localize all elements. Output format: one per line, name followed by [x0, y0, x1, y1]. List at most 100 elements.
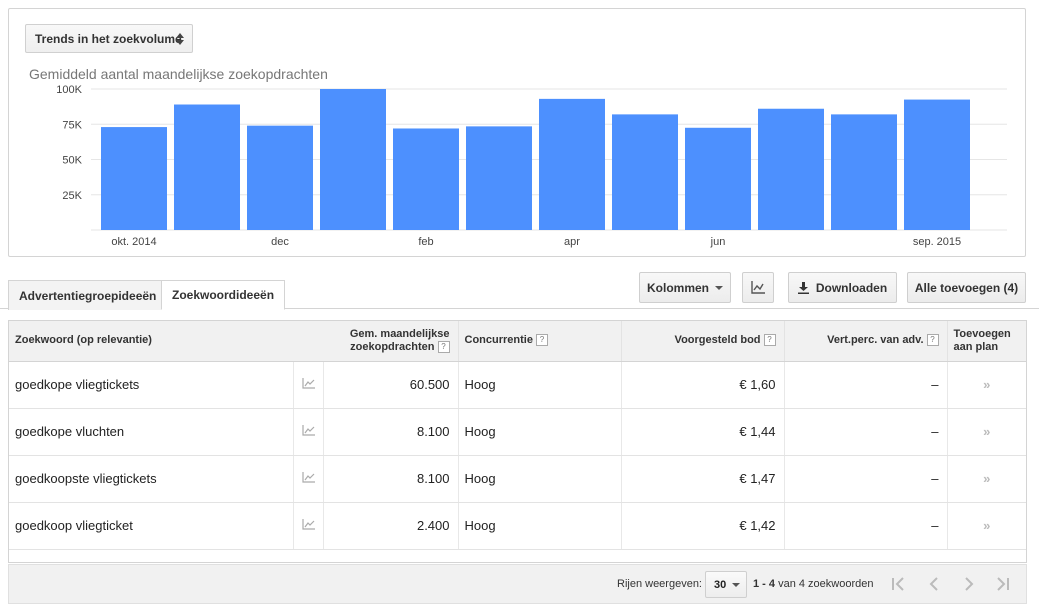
- bid-cell: € 1,47: [621, 455, 785, 503]
- metric-select[interactable]: Trends in het zoekvolume: [25, 24, 193, 53]
- chevron-down-icon: [715, 285, 723, 290]
- x-tick-label: apr: [564, 236, 580, 248]
- impression-share-cell: –: [784, 408, 948, 456]
- tab-label: Zoekwoordideeën: [172, 288, 275, 302]
- keyword-cell: goedkoopste vliegtickets: [9, 455, 294, 503]
- prev-page-button[interactable]: [925, 575, 943, 593]
- keyword-table: Zoekwoord (op relevantie) Gem. maandelij…: [8, 320, 1027, 563]
- bar: [393, 128, 459, 230]
- help-icon[interactable]: ?: [535, 334, 548, 347]
- first-page-icon: [892, 577, 904, 591]
- columns-button[interactable]: Kolommen: [639, 272, 731, 303]
- x-tick-label: okt. 2014: [111, 236, 156, 248]
- bid-cell: € 1,44: [621, 408, 785, 456]
- col-header-add-to-plan: Toevoegen aan plan: [947, 321, 1027, 362]
- chart-title: Gemiddeld aantal maandelijkse zoekopdrac…: [29, 66, 328, 82]
- chevron-down-icon: [732, 583, 740, 587]
- volume-cell: 8.100: [323, 408, 459, 456]
- updown-icon: [176, 33, 184, 45]
- competition-cell: Hoog: [458, 408, 622, 456]
- col-header-impression-share[interactable]: Vert.perc. van adv.?: [784, 321, 948, 362]
- next-page-button[interactable]: [960, 575, 978, 593]
- col-header-bid[interactable]: Voorgesteld bod?: [621, 321, 785, 362]
- help-icon[interactable]: ?: [926, 334, 939, 347]
- rows-per-page-value: 30: [714, 578, 727, 591]
- bar: [612, 114, 678, 230]
- bar-chart: 25K 50K 75K 100K okt. 2014 dec feb apr jun sep. 2…: [56, 84, 1007, 248]
- download-icon: [797, 281, 809, 294]
- rows-per-page-select[interactable]: 30: [705, 571, 747, 598]
- impression-share-cell: –: [784, 502, 948, 550]
- tab-label: Advertentiegroepideeën: [19, 288, 157, 303]
- volume-cell: 8.100: [323, 455, 459, 503]
- impression-share-cell: –: [784, 455, 948, 503]
- col-header-label: Voorgesteld bod: [674, 334, 761, 347]
- download-label: Downloaden: [815, 280, 888, 295]
- trend-button[interactable]: [293, 408, 324, 456]
- table-header-row: Zoekwoord (op relevantie) Gem. maandelij…: [9, 321, 1027, 362]
- download-button[interactable]: Downloaden: [788, 272, 897, 303]
- y-tick-label: 75K: [62, 119, 82, 131]
- bar: [320, 89, 386, 230]
- y-tick-label: 50K: [62, 155, 82, 167]
- add-to-plan-button[interactable]: »: [947, 408, 1027, 456]
- last-page-button[interactable]: [994, 575, 1012, 593]
- first-page-button[interactable]: [889, 575, 907, 593]
- last-page-icon: [997, 577, 1009, 591]
- col-header-competition[interactable]: Concurrentie?: [458, 321, 622, 362]
- trend-button[interactable]: [293, 361, 324, 409]
- keyword-cell: goedkope vluchten: [9, 408, 294, 456]
- add-all-button[interactable]: Alle toevoegen (4): [907, 272, 1026, 303]
- col-header-label: Vert.perc. van adv.: [827, 334, 924, 347]
- table-row: goedkope vluchten 8.100 Hoog € 1,44–»: [9, 408, 1027, 456]
- x-tick-label: sep. 2015: [913, 236, 961, 248]
- y-tick-label: 25K: [62, 190, 82, 202]
- x-tick-label: jun: [710, 236, 726, 248]
- prev-page-icon: [929, 577, 938, 591]
- col-header-label: Toevoegen: [953, 327, 1011, 340]
- impression-share-cell: –: [784, 361, 948, 409]
- competition-cell: Hoog: [458, 361, 622, 409]
- bar: [174, 104, 240, 230]
- col-header-volume[interactable]: Gem. maandelijkse zoekopdrachten?: [293, 321, 459, 362]
- trend-icon: [301, 519, 315, 530]
- bar: [247, 125, 313, 230]
- table-row: goedkoopste vliegtickets 8.100 Hoog € 1,47–…: [9, 455, 1027, 503]
- range-bold: 1 - 4: [753, 578, 776, 590]
- trend-button[interactable]: [293, 455, 324, 503]
- bar: [904, 99, 970, 230]
- col-header-keyword[interactable]: Zoekwoord (op relevantie): [9, 321, 293, 362]
- x-tick-label: feb: [418, 236, 433, 248]
- bar: [539, 98, 605, 231]
- volume-cell: 60.500: [323, 361, 459, 409]
- add-to-plan-button[interactable]: »: [947, 361, 1027, 409]
- range-rest: van 4 zoekwoorden: [778, 578, 874, 590]
- col-header-label: Gem. maandelijkse: [349, 327, 450, 340]
- trend-icon: [301, 425, 315, 436]
- add-to-plan-button[interactable]: »: [947, 455, 1027, 503]
- bid-cell: € 1,42: [621, 502, 785, 550]
- tab-keyword-ideas[interactable]: Zoekwoordideeën: [161, 280, 286, 310]
- keyword-cell: goedkope vliegtickets: [9, 361, 294, 409]
- col-header-label: Zoekwoord (op relevantie): [15, 334, 152, 347]
- pagination-bar: Rijen weergeven: 30 1 - 4 van 4 zoekwoor…: [8, 564, 1027, 604]
- bar: [685, 127, 751, 230]
- help-icon[interactable]: ?: [763, 334, 776, 347]
- columns-label: Kolommen: [646, 280, 709, 295]
- col-header-label: aan plan: [953, 340, 999, 353]
- add-all-label: Alle toevoegen (4): [914, 280, 1019, 295]
- keyword-cell: goedkoop vliegticket: [9, 502, 294, 550]
- table-row: goedkope vliegtickets 60.500 Hoog € 1,60–»: [9, 361, 1027, 409]
- rows-per-page-label: Rijen weergeven:: [617, 578, 702, 590]
- add-to-plan-button[interactable]: »: [947, 502, 1027, 550]
- table-row: goedkoop vliegticket 2.400 Hoog € 1,42–»: [9, 502, 1027, 550]
- bar: [758, 108, 824, 230]
- help-icon[interactable]: ?: [437, 340, 450, 353]
- volume-cell: 2.400: [323, 502, 459, 550]
- search-volume-chart-panel: Trends in het zoekvolume Gemiddeld aanta…: [8, 8, 1026, 257]
- x-tick-label: dec: [271, 236, 289, 248]
- tab-ad-group-ideas[interactable]: Advertentiegroepideeën: [8, 280, 168, 310]
- trend-button[interactable]: [293, 502, 324, 550]
- chart-toggle-button[interactable]: [742, 272, 774, 303]
- results-toolbar: Advertentiegroepideeën Zoekwoordideeën K…: [0, 272, 1039, 310]
